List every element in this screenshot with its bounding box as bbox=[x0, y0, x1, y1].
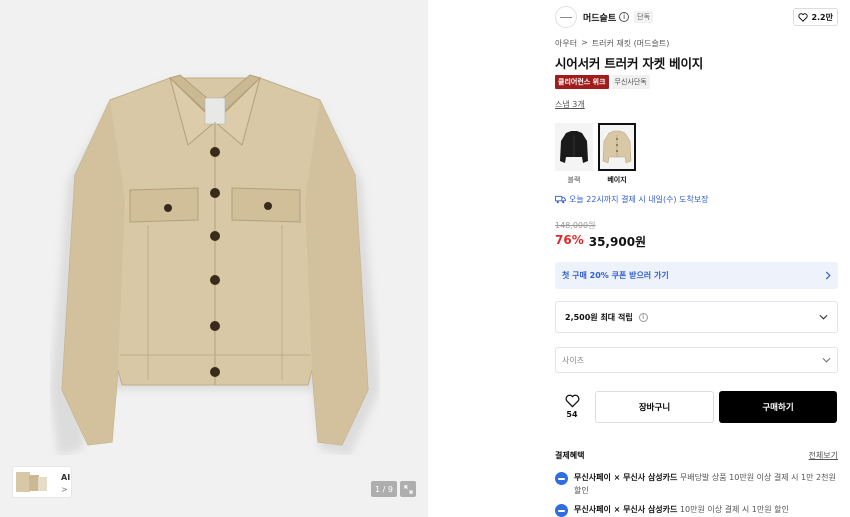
benefit-card-name: 무신사페이 × 무신사 삼성카드 bbox=[574, 505, 678, 514]
sale-price: 35,900원 bbox=[588, 235, 647, 249]
product-info-panel: 머드슬트 i 단독 2.2만 아우터 > 트러커 재킷 (머드슬트) 시어서커 … bbox=[555, 0, 838, 517]
view-all-link[interactable]: 전체보기 bbox=[809, 450, 838, 461]
card-icon bbox=[555, 472, 568, 485]
brand-logo[interactable] bbox=[555, 6, 577, 28]
benefit-description: 10만원 이상 결제 시 1만원 할인 bbox=[677, 505, 789, 514]
product-image bbox=[50, 60, 380, 455]
size-select-placeholder: 사이즈 bbox=[562, 355, 585, 365]
color-label-black: 블랙 bbox=[567, 176, 581, 184]
info-icon[interactable]: i bbox=[619, 12, 630, 22]
wishlist-count: 54 bbox=[566, 410, 578, 419]
breadcrumb: 아우터 > 트러커 재킷 (머드슬트) bbox=[555, 38, 669, 49]
chevron-down-icon bbox=[822, 357, 831, 363]
payment-benefits-header: 결제혜택 전체보기 bbox=[555, 450, 838, 461]
chevron-right-icon: > bbox=[61, 485, 68, 494]
heart-icon bbox=[798, 12, 809, 22]
brand-name[interactable]: 머드슬트 bbox=[583, 11, 616, 24]
exclusive-badge: 단독 bbox=[634, 11, 654, 23]
ai-thumbnail-strip[interactable]: AI > bbox=[12, 466, 72, 498]
points-label: 2,500원 최대 적립 bbox=[565, 312, 633, 322]
product-badges: 클리어런스 위크 무신사단독 bbox=[555, 75, 650, 89]
benefit-card-name: 무신사페이 × 무신사 삼성카드 bbox=[574, 473, 678, 482]
expand-icon[interactable] bbox=[400, 481, 416, 497]
brand-row: 머드슬트 i 단독 2.2만 bbox=[555, 6, 838, 28]
coupon-text: 첫 구매 20% 쿠폰 받으러 가기 bbox=[562, 271, 669, 280]
clearance-badge: 클리어런스 위크 bbox=[555, 75, 609, 89]
price-row: 76% 35,900원 bbox=[555, 233, 646, 250]
original-price: 148,000원 bbox=[555, 221, 596, 230]
breadcrumb-subcategory[interactable]: 트러커 재킷 (머드슬트) bbox=[592, 38, 670, 49]
image-pager: 1 / 9 bbox=[371, 481, 397, 497]
color-option-black[interactable]: 블랙 bbox=[555, 123, 593, 185]
color-option-beige[interactable]: 베이지 bbox=[598, 123, 636, 185]
product-title: 시어서커 트러커 자켓 베이지 bbox=[555, 56, 704, 71]
product-gallery[interactable]: AI > 1 / 9 bbox=[0, 0, 428, 517]
swatch-image-black bbox=[555, 123, 593, 171]
truck-icon bbox=[555, 195, 566, 204]
brand-like-count: 2.2만 bbox=[811, 12, 833, 22]
wishlist-button[interactable]: 54 bbox=[555, 394, 589, 419]
card-icon bbox=[555, 504, 568, 517]
benefit-item: 무신사페이 × 무신사 삼성카드 무배당발 상품 10만원 이상 결제 시 1만… bbox=[555, 471, 838, 497]
breadcrumb-category[interactable]: 아우터 bbox=[555, 38, 577, 49]
heart-icon bbox=[565, 394, 579, 408]
benefit-item: 무신사페이 × 무신사 삼성카드 10만원 이상 결제 시 1만원 할인 bbox=[555, 503, 838, 517]
snap-link[interactable]: 스냅 3개 bbox=[555, 99, 585, 110]
swatch-image-beige bbox=[598, 123, 636, 171]
first-purchase-coupon-banner[interactable]: 첫 구매 20% 쿠폰 받으러 가기 bbox=[555, 262, 838, 289]
breadcrumb-separator: > bbox=[581, 38, 588, 47]
size-select[interactable]: 사이즈 bbox=[555, 347, 838, 373]
chevron-right-icon bbox=[825, 271, 831, 280]
add-to-cart-button[interactable]: 장바구니 bbox=[595, 390, 714, 423]
discount-rate: 76% bbox=[555, 233, 584, 247]
thumbnail-image bbox=[16, 472, 47, 492]
payment-benefits-title: 결제혜택 bbox=[555, 451, 585, 460]
brand-like-button[interactable]: 2.2만 bbox=[793, 8, 838, 26]
exclusive-tag: 무신사단독 bbox=[611, 75, 650, 89]
color-options: 블랙 베이지 bbox=[555, 123, 636, 185]
info-icon[interactable]: i bbox=[638, 312, 648, 322]
ai-label: AI bbox=[61, 473, 71, 482]
points-accordion[interactable]: 2,500원 최대 적립 i bbox=[555, 301, 838, 333]
chevron-down-icon bbox=[819, 314, 828, 320]
delivery-guarantee: 오늘 22시까지 결제 시 내일(수) 도착보장 bbox=[555, 194, 709, 205]
buy-now-button[interactable]: 구매하기 bbox=[719, 390, 837, 423]
purchase-actions: 54 장바구니 구매하기 bbox=[555, 390, 838, 423]
color-label-beige: 베이지 bbox=[607, 176, 627, 184]
delivery-text: 오늘 22시까지 결제 시 내일(수) 도착보장 bbox=[569, 195, 709, 204]
